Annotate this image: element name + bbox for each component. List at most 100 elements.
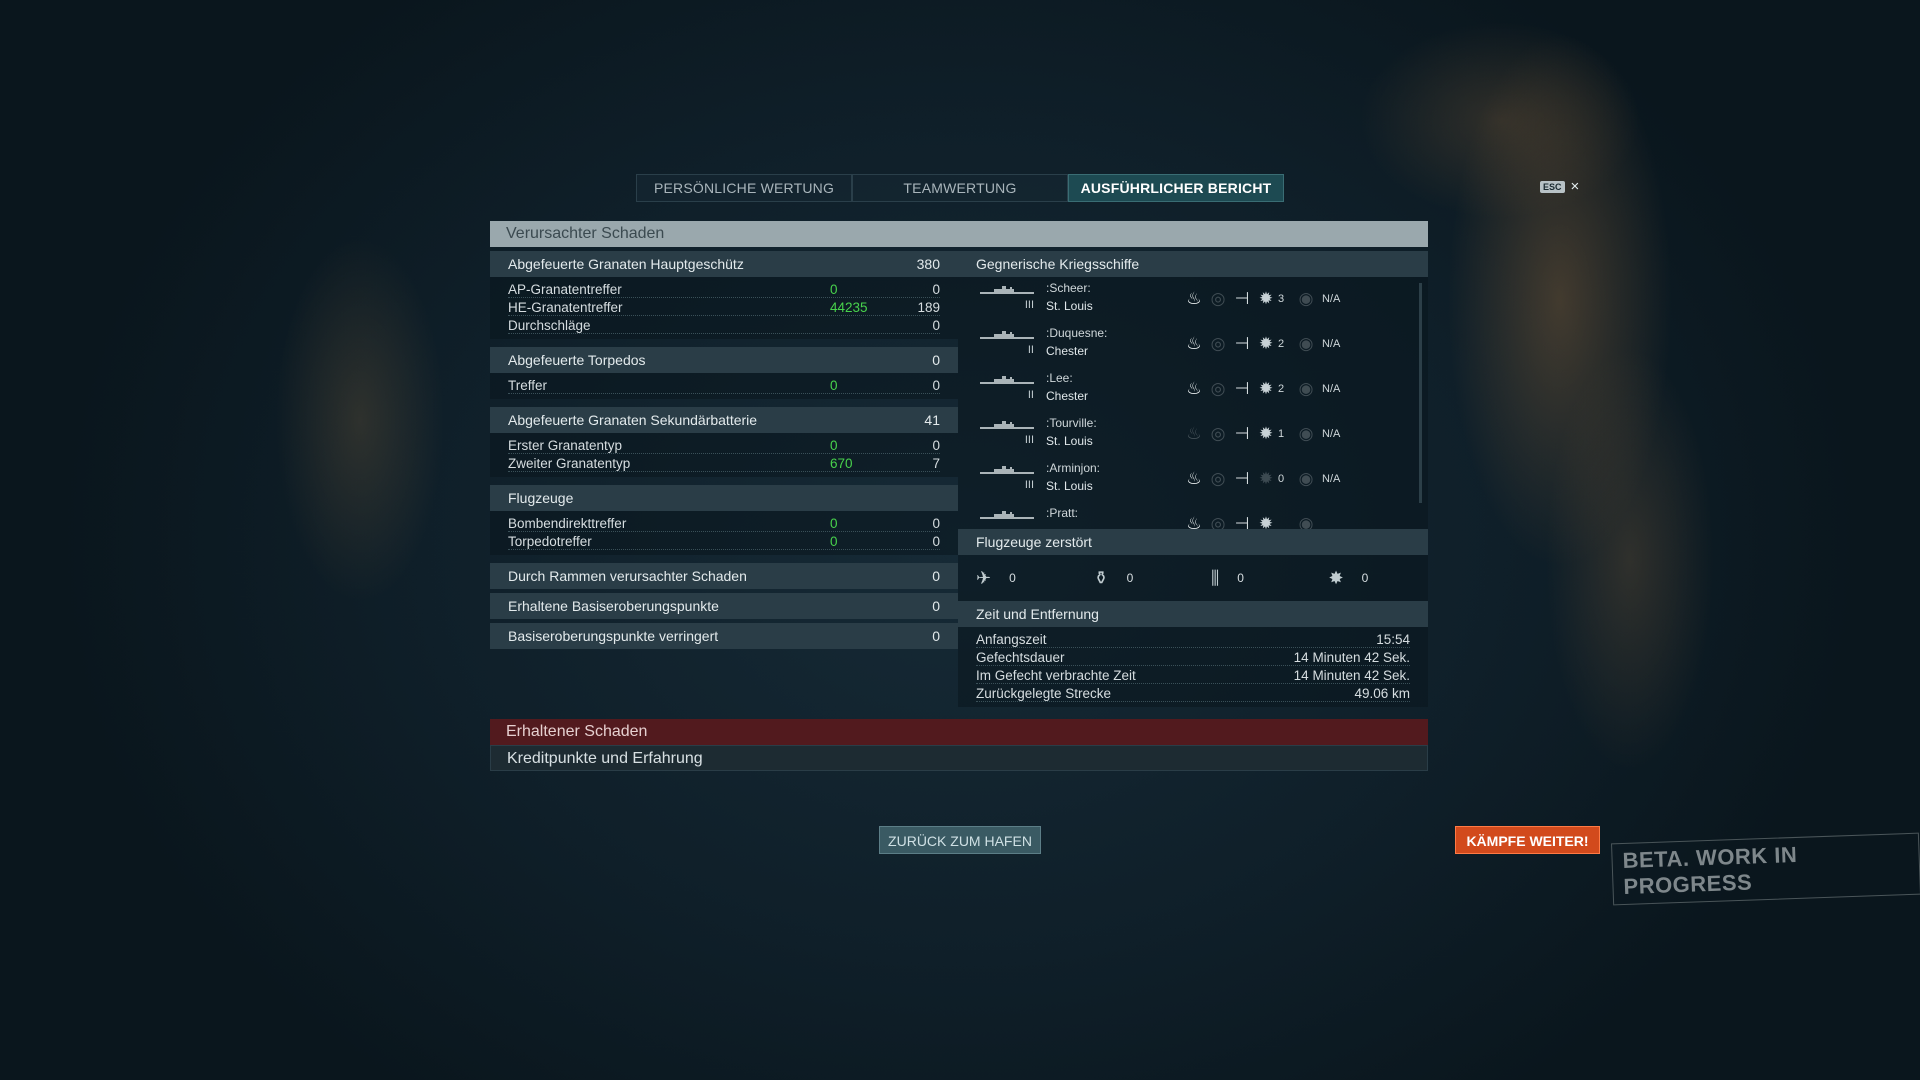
enemy-ship-row: :Pratt: ♨ ◎ ⊣ ✹ ◉ [958,502,1428,529]
flooding-icon: ◎ [1210,334,1226,353]
critical-count: 0 [1278,473,1285,485]
ship-name: Chester [1046,389,1089,403]
stat-row: Durchschläge 0 [490,317,958,335]
enemy-ship-row: III:Scheer: St. Louis ♨ ◎ ⊣ ✹ 3 ◉ N/A [958,277,1428,322]
ram-icon: ⊣ [1234,334,1250,353]
spotting-icon: ◉ [1298,469,1314,488]
ship-damage-icons: ♨ ◎ ⊣ ✹ 0 ◉ N/A [1182,467,1340,491]
ship-damage-icons: ♨ ◎ ⊣ ✹ 2 ◉ N/A [1182,332,1340,356]
dive-bomber-kills: ⫼ 0 [1211,567,1244,588]
secondary-battery-header: Abgefeuerte Granaten Sekundärbatterie 41 [490,407,958,433]
capture-points-row: Erhaltene Basiseroberungspunkte 0 [490,593,958,619]
critical-count: 1 [1278,428,1285,440]
spotting-icon: ◉ [1298,424,1314,443]
ship-name: St. Louis [1046,479,1093,493]
enemy-ship-row: III:Tourville: St. Louis ♨ ◎ ⊣ ✹ 1 ◉ N/A [958,412,1428,457]
ship-silhouette-icon [980,376,1034,384]
spotting-value: N/A [1322,473,1341,485]
enemy-ships-list[interactable]: III :Scheer: St. Louis ♨ ◎ ⊣ ✹ 3 ◉ N/A II :Duquesne… [958,277,1428,529]
ram-icon: ⊣ [1234,424,1250,443]
main-battery-rows: AP-Granatentreffer 0 0 HE-Granatentreffer 4… [490,277,958,339]
enemy-ship-row: II:Duquesne: Chester ♨ ◎ ⊣ ✹ 2 ◉ N/A [958,322,1428,367]
esc-key-hint: ESC [1540,180,1565,193]
critical-count: 3 [1278,293,1285,305]
stat-row: Zweiter Granatentyp 670 7 [490,455,958,473]
aircraft-rows: Bombendirekttreffer 0 0 Torpedotreffer 0 0 [490,511,958,555]
fire-icon: ♨ [1186,424,1202,443]
aircraft-header: Flugzeuge [490,485,958,511]
torpedo-bomber-kills: ⚱ 0 [1093,567,1134,588]
torpedo-bomber-icon: ⚱ [1093,567,1109,588]
ship-name: Chester [1046,344,1089,358]
time-row: Gefechtsdauer 14 Minuten 42 Sek. [958,649,1428,667]
received-damage-header[interactable]: Erhaltener Schaden [490,719,1428,745]
critical-hit-icon: ✹ [1258,469,1274,488]
dive-bomber-icon: ⫼ [1211,567,1220,588]
tab-personal-score[interactable]: PERSÖNLICHE WERTUNG [636,174,852,202]
ship-name: St. Louis [1046,434,1093,448]
main-battery-header: Abgefeuerte Granaten Hauptgeschütz 380 [490,251,958,277]
ship-silhouette-icon [980,421,1034,429]
stat-row: Treffer 0 0 [490,377,958,395]
credits-xp-header[interactable]: Kreditpunkte und Erfahrung [490,745,1428,771]
ship-player-name: :Lee: [1046,371,1073,385]
fire-icon: ♨ [1186,514,1202,529]
ship-silhouette-icon [980,286,1034,294]
ship-player-name: :Tourville: [1046,416,1097,430]
ship-tier: III [1024,479,1034,491]
critical-hit-icon: ✹ [1258,334,1274,353]
fire-icon: ♨ [1186,469,1202,488]
ship-player-name: :Arminjon: [1046,461,1101,475]
tab-detailed-report[interactable]: AUSFÜHRLICHER BERICHT [1068,174,1284,202]
ramming-damage-row: Durch Rammen verursachter Schaden 0 [490,563,958,589]
enemy-column: Gegnerische Kriegsschiffe III :Scheer: St.… [958,251,1428,707]
stat-row: AP-Granatentreffer 0 0 [490,281,958,299]
ship-damage-icons: ♨ ◎ ⊣ ✹ 2 ◉ N/A [1182,377,1340,401]
ship-damage-icons: ♨ ◎ ⊣ ✹ 1 ◉ N/A [1182,422,1340,446]
ship-name: St. Louis [1046,299,1093,313]
ship-player-name: :Scheer: [1046,281,1091,295]
damage-dealt-header[interactable]: Verursachter Schaden [490,221,1428,247]
critical-hit-icon: ✹ [1258,514,1274,529]
ram-icon: ⊣ [1234,379,1250,398]
critical-hit-icon: ✹ [1258,289,1274,308]
spotting-value: N/A [1322,383,1341,395]
enemy-ship-row: III:Arminjon: St. Louis ♨ ◎ ⊣ ✹ 0 ◉ N/A [958,457,1428,502]
ship-tier: II [1027,344,1034,356]
fire-icon: ♨ [1186,289,1202,308]
spotting-value: N/A [1322,293,1341,305]
critical-hit-icon: ✹ [1258,379,1274,398]
capture-reduced-row: Basiseroberungspunkte verringert 0 [490,623,958,649]
close-control[interactable]: ESC × [1540,178,1579,195]
back-to-port-button[interactable]: ZURÜCK ZUM HAFEN [879,826,1041,854]
close-icon[interactable]: × [1571,178,1580,195]
critical-count: 2 [1278,383,1285,395]
critical-hit-icon: ✹ [1258,424,1274,443]
fire-icon: ♨ [1186,379,1202,398]
ship-player-name: :Pratt: [1046,506,1079,520]
torpedoes-header: Abgefeuerte Torpedos 0 [490,347,958,373]
ship-silhouette-icon [980,466,1034,474]
spotting-icon: ◉ [1298,334,1314,353]
time-row: Zurückgelegte Strecke 49.06 km [958,685,1428,703]
spotting-value: N/A [1322,428,1341,440]
ram-icon: ⊣ [1234,289,1250,308]
tab-team-score[interactable]: TEAMWERTUNG [852,174,1068,202]
ship-player-name: :Duquesne: [1046,326,1108,340]
enemy-ships-header: Gegnerische Kriegsschiffe [958,251,1428,277]
flooding-icon: ◎ [1210,514,1226,529]
ship-silhouette-icon [980,331,1034,339]
spotting-icon: ◉ [1298,379,1314,398]
spotting-icon: ◉ [1298,514,1314,529]
time-distance-header: Zeit und Entfernung [958,601,1428,627]
keep-fighting-button[interactable]: KÄMPFE WEITER! [1455,826,1600,854]
time-rows: Anfangszeit 15:54 Gefechtsdauer 14 Minuten… [958,627,1428,707]
beta-watermark: BETA. WORK IN PROGRESS [1611,832,1920,906]
stat-row: Torpedotreffer 0 0 [490,533,958,551]
ship-tier: II [1027,389,1034,401]
stat-row: Bombendirekttreffer 0 0 [490,515,958,533]
planes-destroyed-header: Flugzeuge zerstört [958,529,1428,555]
ram-icon: ⊣ [1234,514,1250,529]
ship-tier: III [1024,299,1034,311]
report-tabs: PERSÖNLICHE WERTUNG TEAMWERTUNG AUSFÜHRL… [636,174,1284,202]
